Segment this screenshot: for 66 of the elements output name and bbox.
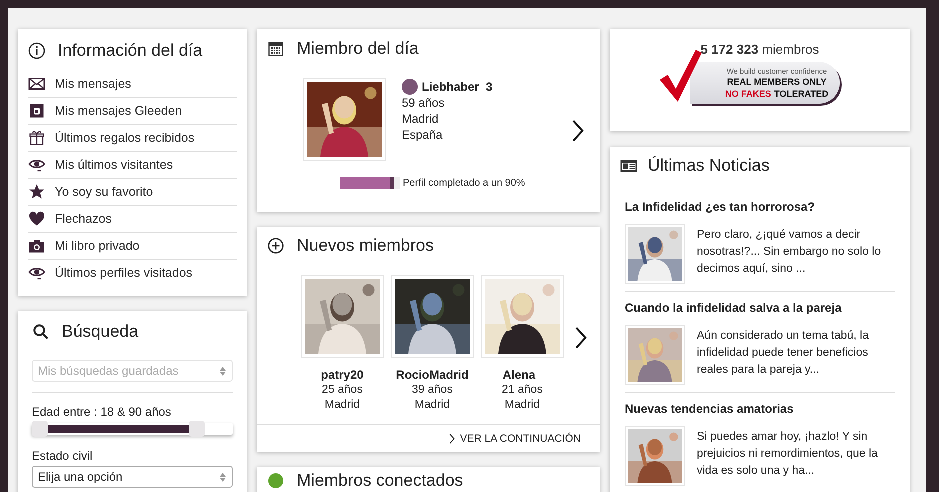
panel-title: Últimas Noticias <box>648 156 770 176</box>
member-age: 39 años <box>412 383 453 398</box>
panel-title: Nuevos miembros <box>297 236 434 256</box>
member-name[interactable]: Liebhaber_3 <box>422 79 493 95</box>
chevron-right-icon <box>570 120 584 142</box>
menu-item[interactable]: Últimos perfiles visitados <box>28 259 237 286</box>
gift-icon <box>28 129 46 147</box>
member-age: 59 años <box>402 95 446 111</box>
menu-item[interactable]: Flechazos <box>28 205 237 232</box>
member-age: 25 años <box>322 383 363 398</box>
online-dot-icon <box>267 472 285 490</box>
member-country: España <box>402 127 444 143</box>
member-count: 5 172 323 miembros <box>700 42 820 57</box>
news-title[interactable]: Nuevas tendencias amatorias <box>625 402 895 416</box>
member-name[interactable]: RocioMadrid <box>396 367 469 383</box>
heart-icon <box>28 210 46 228</box>
news-excerpt: Pero claro, ¿¡qué vamos a decir nosotras!?... Sin embargo no solo lo decimos aquí, sino ... <box>697 228 882 277</box>
slogan-text: REAL MEMBERS ONLY <box>727 76 827 88</box>
info-icon <box>28 42 46 60</box>
search-icon <box>32 323 50 341</box>
news-excerpt: Aún considerado un tema tabú, la infidelidad puede tener beneficios reales para la pareja y... <box>697 329 870 378</box>
member-age: 21 años <box>502 383 543 398</box>
marital-status-label: Estado civil <box>32 449 94 463</box>
menu-item[interactable]: Mis últimos visitantes <box>28 151 237 178</box>
menu-item[interactable]: Yo soy su favorito <box>28 178 237 205</box>
completion-bar <box>340 177 400 189</box>
chevron-right-icon <box>449 434 456 444</box>
camera-icon <box>28 237 46 255</box>
message-icon <box>28 102 46 120</box>
menu-item[interactable]: Mis mensajes Gleeden <box>28 97 237 124</box>
age-slider[interactable] <box>32 423 233 435</box>
next-button[interactable] <box>574 327 588 349</box>
news-thumbnail[interactable] <box>625 224 685 284</box>
chevron-right-icon <box>574 327 588 349</box>
updown-caret-icon <box>220 472 226 482</box>
calendar-icon <box>267 40 285 58</box>
age-label: Edad entre : 18 & 90 años <box>32 405 172 419</box>
member-city: Madrid <box>402 111 440 127</box>
menu-item[interactable]: Mi libro privado <box>28 232 237 259</box>
member-name[interactable]: patry20 <box>321 367 364 383</box>
menu-item[interactable]: Últimos regalos recibidos <box>28 124 237 151</box>
next-button[interactable] <box>570 120 584 142</box>
panel-title: Miembro del día <box>297 39 419 59</box>
marital-status-select[interactable]: Elija una opción <box>32 466 233 488</box>
news-thumbnail[interactable] <box>625 325 685 385</box>
news-title[interactable]: Cuando la infidelidad salva a la pareja <box>625 301 895 315</box>
news-excerpt: Si puedes amar hoy, ¡hazlo! Y sin prejuicios ni remordimientos, que la vida es solo una y ha... <box>697 430 879 479</box>
completion-label: Perfil completado a un 90% <box>403 178 526 188</box>
member-name[interactable]: Alena_ <box>502 367 542 383</box>
panel-title: Búsqueda <box>62 322 139 342</box>
star-icon <box>28 183 46 201</box>
checkmark-icon <box>660 50 702 102</box>
panel-title: Información del día <box>58 41 203 61</box>
member-city: Madrid <box>504 398 540 413</box>
newspaper-icon <box>620 157 638 175</box>
warning-text: NO FAKES <box>725 88 772 100</box>
member-city: Madrid <box>324 398 360 413</box>
panel-title: Miembros conectados <box>297 471 464 491</box>
updown-caret-icon <box>220 366 226 376</box>
member-city: Madrid <box>414 398 450 413</box>
news-title[interactable]: La Infidelidad ¿es tan horrorosa? <box>625 200 895 214</box>
plus-circle-icon <box>267 236 285 254</box>
see-more-link[interactable]: VER LA CONTINUACIÓN <box>449 432 581 444</box>
menu-item[interactable]: Mis mensajes <box>28 70 237 97</box>
slogan-text: TOLERATED <box>774 88 829 100</box>
news-thumbnail[interactable] <box>625 426 685 486</box>
